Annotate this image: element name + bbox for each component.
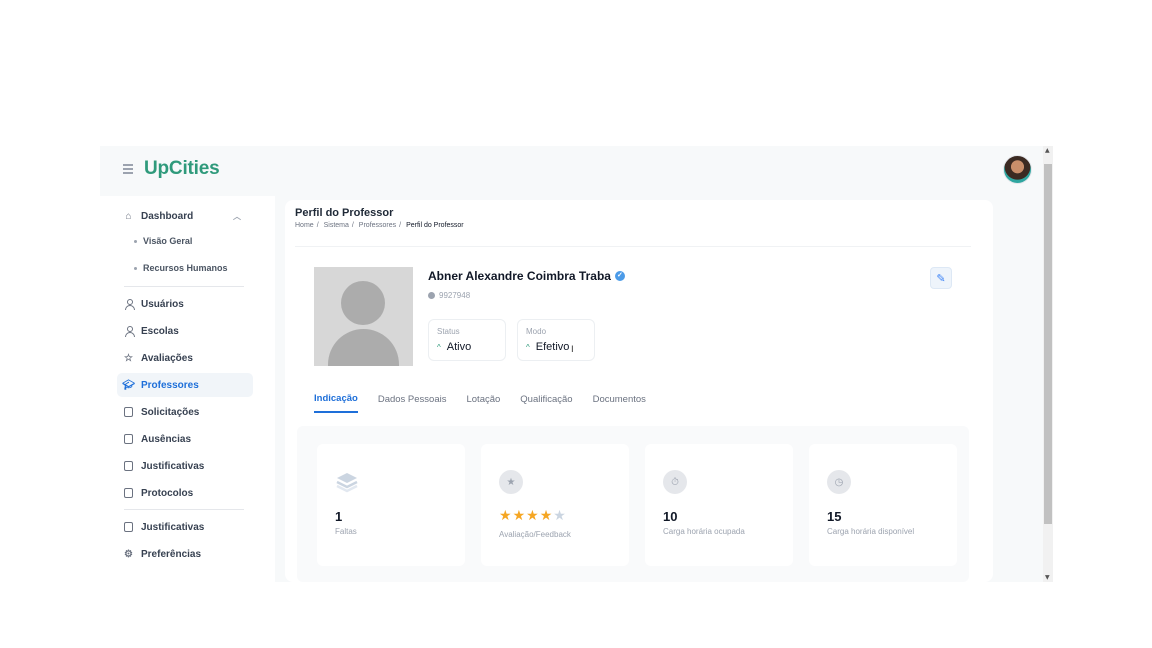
page-title: Perfil do Professor: [295, 207, 394, 219]
profile-card: Abner Alexandre Coimbra Traba ✓ 9927948 …: [295, 246, 971, 416]
tab-indicacao[interactable]: Indicação: [314, 385, 358, 413]
sidebar-item-solicitacoes[interactable]: Solicitações: [117, 400, 253, 424]
edit-button[interactable]: ✎: [930, 267, 952, 289]
indicators-panel: 1 Faltas ★ ★★★★★ Avaliação/Feedback ⏱︎ 1…: [297, 426, 969, 582]
arrow-up-icon: ^: [526, 342, 530, 352]
star-filled-icon: ★: [512, 508, 527, 524]
star-icon: ★: [499, 470, 523, 494]
tab-dados-pessoais[interactable]: Dados Pessoais: [378, 385, 447, 413]
pencil-icon: ✎: [936, 272, 946, 285]
star-filled-icon: ★: [526, 508, 540, 524]
id-icon: [428, 292, 435, 299]
breadcrumb-sistema[interactable]: Sistema: [324, 222, 349, 229]
profile-tabs: Indicação Dados Pessoais Lotação Qualifi…: [314, 385, 666, 415]
app-logo[interactable]: UpCities: [144, 158, 220, 180]
scroll-down-icon[interactable]: ▼: [1045, 574, 1050, 581]
graduation-cap-icon: 🎓︎: [122, 379, 135, 391]
sidebar-item-dashboard[interactable]: ⌂ Dashboard ︿: [117, 204, 253, 228]
verified-icon: ✓: [614, 271, 625, 281]
sidebar-divider: [124, 509, 244, 510]
sidebar-item-ausencias[interactable]: Ausências: [117, 427, 253, 451]
chevron-up-icon[interactable]: ︿: [233, 211, 241, 222]
app-window: UpCities ⌂ Dashboard ︿ Visão Geral Recur…: [100, 146, 1053, 582]
bullet-icon: [134, 239, 137, 243]
document-icon: [123, 407, 134, 418]
breadcrumb-current: Perfil do Professor: [406, 222, 464, 229]
sidebar-item-justificativas[interactable]: Justificativas: [117, 454, 253, 478]
star-filled-icon: ★: [539, 508, 554, 524]
tab-qualificacao[interactable]: Qualificação: [520, 385, 572, 413]
document-icon: [123, 522, 134, 533]
sidebar-item-label: Dashboard: [141, 210, 194, 222]
text-cursor-icon: I: [571, 345, 574, 355]
sidebar-item-avaliacoes[interactable]: ☆ Avaliações: [117, 346, 253, 370]
stopwatch-icon: ⏱︎: [663, 470, 687, 494]
tab-lotacao[interactable]: Lotação: [466, 385, 500, 413]
sidebar-divider: [124, 286, 244, 287]
calendar-icon: [123, 434, 134, 445]
scrollbar[interactable]: ▲ ▼: [1043, 146, 1053, 582]
sidebar-subitem-recursos-humanos[interactable]: Recursos Humanos: [134, 263, 228, 273]
scroll-up-icon[interactable]: ▲: [1045, 147, 1050, 154]
star-empty-icon: ★: [553, 508, 567, 524]
menu-icon[interactable]: [123, 164, 133, 174]
profile-photo-placeholder: [314, 267, 413, 366]
breadcrumb-professores[interactable]: Professores: [359, 222, 396, 229]
breadcrumb: Home / Sistema / Professores / Perfil do Pr…: [295, 222, 464, 229]
layers-icon: [335, 470, 359, 494]
document-icon: [123, 461, 134, 472]
rating-stars: ★★★★★: [499, 508, 567, 524]
status-box: Status ^ Ativo: [428, 319, 506, 361]
sidebar-subitem-visao-geral[interactable]: Visão Geral: [134, 236, 192, 246]
indicator-card-carga-ocupada: ⏱︎ 10 Carga horária ocupada: [645, 444, 793, 566]
teacher-name: Abner Alexandre Coimbra Traba ✓: [428, 269, 625, 283]
arrow-up-icon: ^: [437, 342, 441, 352]
sidebar-item-protocolos[interactable]: Protocolos: [117, 481, 253, 505]
top-bar: UpCities: [100, 146, 1043, 196]
tab-documentos[interactable]: Documentos: [593, 385, 646, 413]
sidebar: ⌂ Dashboard ︿ Visão Geral Recursos Human…: [100, 196, 275, 582]
star-icon: ☆: [124, 352, 133, 364]
bullet-icon: [134, 266, 137, 270]
mode-box: Modo ^ Efetivo: [517, 319, 595, 361]
scrollbar-thumb[interactable]: [1044, 164, 1052, 524]
sidebar-item-escolas[interactable]: Escolas: [117, 319, 253, 343]
main-content: Perfil do Professor Home / Sistema / Profe…: [285, 200, 993, 582]
sidebar-item-professores[interactable]: 🎓︎ Professores: [117, 373, 253, 397]
school-user-icon: [123, 326, 135, 337]
gear-icon: ⚙: [124, 548, 133, 560]
sidebar-item-justificativas-2[interactable]: Justificativas: [117, 515, 253, 539]
user-icon: [123, 299, 135, 310]
indicator-card-carga-disponivel: ◷ 15 Carga horária disponível: [809, 444, 957, 566]
clock-icon: ◷: [827, 470, 851, 494]
sidebar-item-preferencias[interactable]: ⚙ Preferências: [117, 542, 253, 566]
indicator-card-faltas: 1 Faltas: [317, 444, 465, 566]
home-icon: ⌂: [125, 210, 132, 222]
sidebar-item-usuarios[interactable]: Usuários: [117, 292, 253, 316]
teacher-id: 9927948: [428, 291, 470, 300]
user-avatar[interactable]: [1003, 155, 1032, 184]
star-filled-icon: ★: [499, 508, 513, 524]
document-icon: [123, 488, 134, 499]
indicator-card-avaliacao: ★ ★★★★★ Avaliação/Feedback: [481, 444, 629, 566]
breadcrumb-home[interactable]: Home: [295, 222, 314, 229]
